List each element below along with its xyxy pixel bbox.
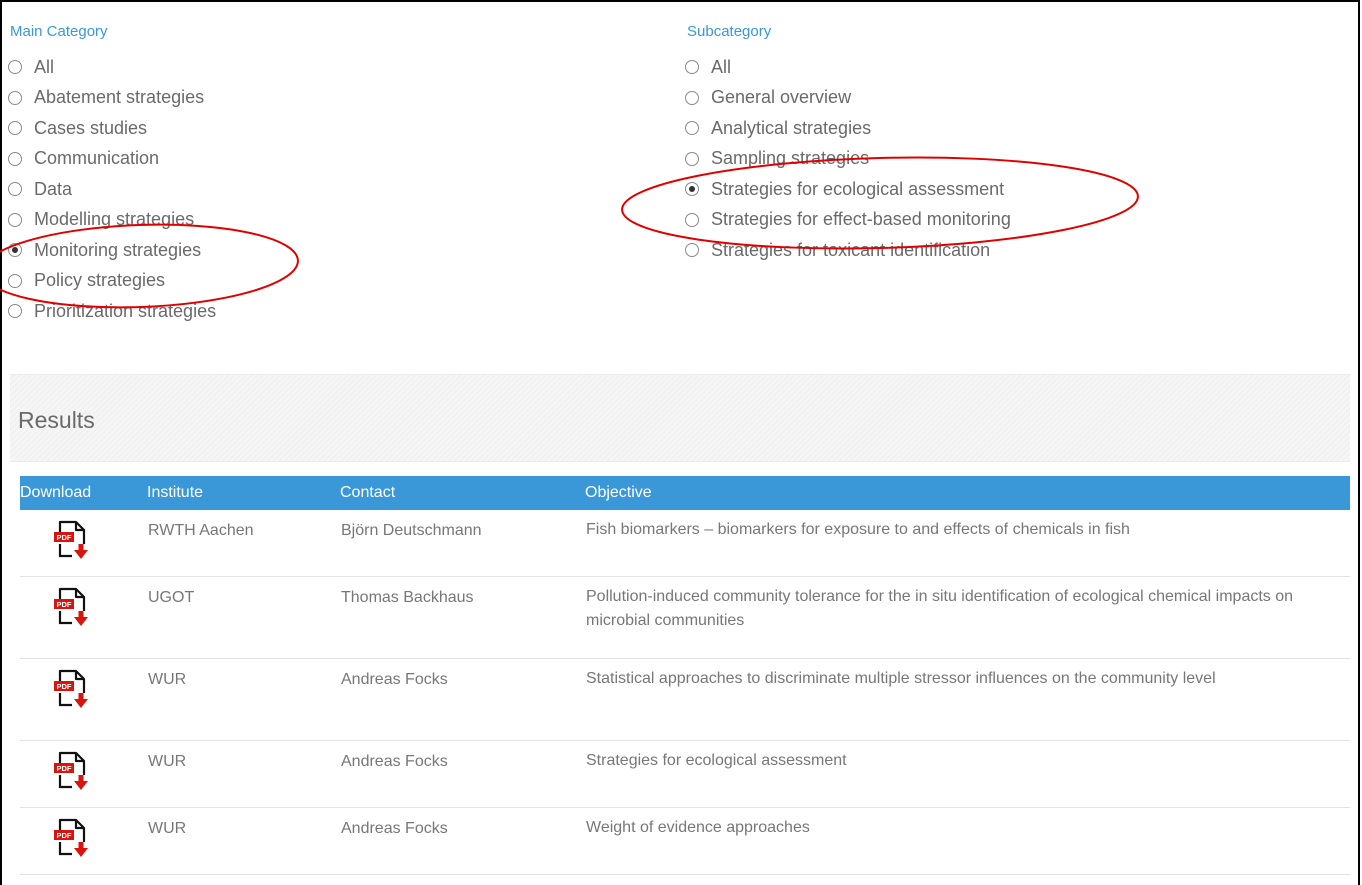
- objective-link[interactable]: Statistical approaches to discriminate m…: [585, 659, 1350, 741]
- radio-icon[interactable]: [685, 151, 699, 166]
- radio-icon[interactable]: [685, 60, 699, 75]
- subcategory-option-effect-based[interactable]: Strategies for effect-based monitoring: [685, 205, 1011, 236]
- main-category-option-prioritization[interactable]: Prioritization strategies: [8, 296, 216, 327]
- results-header: Results: [10, 374, 1350, 462]
- contact-cell: Andreas Focks: [341, 671, 448, 688]
- pdf-download-icon[interactable]: [52, 667, 92, 709]
- main-category-option-cases[interactable]: Cases studies: [8, 113, 216, 144]
- pdf-download-icon[interactable]: [52, 585, 92, 627]
- radio-icon[interactable]: [8, 60, 22, 75]
- institute-cell: RWTH Aachen: [148, 522, 254, 539]
- pdf-download-icon[interactable]: [52, 749, 92, 791]
- radio-icon[interactable]: [685, 90, 699, 105]
- radio-icon[interactable]: [8, 212, 22, 227]
- download-cell: [20, 510, 147, 577]
- main-category-filter: Main Category All Abatement strategies C…: [8, 22, 216, 327]
- radio-icon[interactable]: [8, 90, 22, 105]
- institute-cell: UGOT: [148, 589, 195, 606]
- subcategory-options: All General overview Analytical strategi…: [685, 52, 1011, 266]
- main-category-title: Main Category: [10, 23, 108, 40]
- column-header-contact: Contact: [340, 484, 396, 501]
- main-category-option-abatement[interactable]: Abatement strategies: [8, 83, 216, 114]
- column-header-objective: Objective: [585, 484, 652, 501]
- main-category-option-modelling[interactable]: Modelling strategies: [8, 205, 216, 236]
- contact-cell: Björn Deutschmann: [341, 522, 482, 539]
- main-category-options: All Abatement strategies Cases studies C…: [8, 52, 216, 327]
- radio-icon[interactable]: [685, 121, 699, 136]
- results-table-header: Download Institute Contact Objective: [20, 476, 1350, 510]
- objective-link[interactable]: Pollution-induced community tolerance fo…: [585, 577, 1350, 659]
- results-title: Results: [18, 407, 95, 433]
- radio-icon[interactable]: [8, 273, 22, 288]
- table-row: WUR Andreas Focks Strategies for ecologi…: [20, 741, 1350, 808]
- pdf-download-icon[interactable]: [52, 816, 92, 858]
- objective-link[interactable]: Fish biomarkers – biomarkers for exposur…: [585, 510, 1350, 577]
- download-cell: [20, 741, 147, 808]
- subcategory-option-general[interactable]: General overview: [685, 83, 1011, 114]
- main-category-option-all[interactable]: All: [8, 52, 216, 83]
- subcategory-option-ecological[interactable]: Strategies for ecological assessment: [685, 174, 1011, 205]
- subcategory-option-sampling[interactable]: Sampling strategies: [685, 144, 1011, 175]
- institute-cell: WUR: [148, 671, 187, 688]
- column-header-download: Download: [20, 484, 92, 501]
- table-row: WUR Andreas Focks Weight of evidence app…: [20, 808, 1350, 875]
- download-cell: [20, 577, 147, 659]
- pdf-download-icon[interactable]: [52, 518, 92, 560]
- radio-selected-icon[interactable]: [685, 182, 699, 197]
- main-category-option-data[interactable]: Data: [8, 174, 216, 205]
- subcategory-option-analytical[interactable]: Analytical strategies: [685, 113, 1011, 144]
- download-cell: [20, 659, 147, 741]
- radio-selected-icon[interactable]: [8, 243, 22, 258]
- institute-cell: WUR: [148, 753, 187, 770]
- download-cell: [20, 808, 147, 875]
- radio-icon[interactable]: [8, 182, 22, 197]
- objective-link[interactable]: Weight of evidence approaches: [585, 808, 1350, 875]
- main-category-option-communication[interactable]: Communication: [8, 144, 216, 175]
- contact-cell: Andreas Focks: [341, 753, 448, 770]
- subcategory-option-all[interactable]: All: [685, 52, 1011, 83]
- contact-cell: Thomas Backhaus: [341, 589, 474, 606]
- contact-cell: Andreas Focks: [341, 820, 448, 837]
- subcategory-option-toxicant[interactable]: Strategies for toxicant identification: [685, 235, 1011, 266]
- radio-icon[interactable]: [8, 151, 22, 166]
- table-row: WUR Andreas Focks Statistical approaches…: [20, 659, 1350, 741]
- radio-icon[interactable]: [685, 243, 699, 258]
- subcategory-filter: Subcategory All General overview Analyti…: [685, 22, 1011, 266]
- subcategory-title: Subcategory: [687, 23, 772, 40]
- main-category-option-policy[interactable]: Policy strategies: [8, 266, 216, 297]
- table-row: RWTH Aachen Björn Deutschmann Fish bioma…: [20, 510, 1350, 577]
- objective-link[interactable]: Strategies for ecological assessment: [585, 741, 1350, 808]
- institute-cell: WUR: [148, 820, 187, 837]
- column-header-institute: Institute: [147, 484, 204, 501]
- radio-icon[interactable]: [8, 121, 22, 136]
- table-row: UGOT Thomas Backhaus Pollution-induced c…: [20, 577, 1350, 659]
- results-table: Download Institute Contact Objective RWT…: [20, 476, 1350, 875]
- radio-icon[interactable]: [8, 304, 22, 319]
- radio-icon[interactable]: [685, 212, 699, 227]
- main-category-option-monitoring[interactable]: Monitoring strategies: [8, 235, 216, 266]
